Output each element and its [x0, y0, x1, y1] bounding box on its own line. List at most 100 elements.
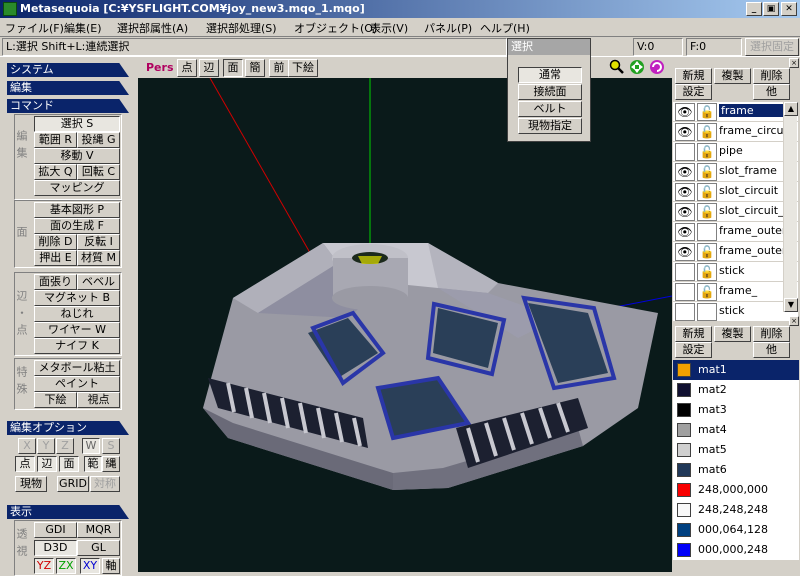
visibility-eye-icon[interactable]: 👁	[675, 223, 695, 241]
view-tab-point[interactable]: 点	[177, 59, 197, 77]
range-button[interactable]: 範囲 R	[34, 132, 77, 148]
range-mode-toggle[interactable]: 範	[84, 456, 102, 472]
select-connected-button[interactable]: 接続面	[518, 84, 582, 100]
object-row[interactable]: 👁 🔓 frame_circuit	[673, 122, 798, 142]
lock-icon[interactable]: 🔓	[697, 103, 717, 121]
pan-icon[interactable]	[629, 59, 645, 75]
select-real-button[interactable]: 現物指定	[518, 118, 582, 134]
menu-help[interactable]: ヘルプ(H)	[480, 20, 530, 36]
visibility-eye-icon[interactable]	[675, 283, 695, 301]
lock-icon[interactable]: 🔓	[697, 203, 717, 221]
menu-select-attr[interactable]: 選択部属性(A)	[117, 20, 188, 36]
command-panel-header[interactable]: コマンド	[7, 99, 129, 113]
close-button[interactable]: ✕	[781, 2, 797, 16]
lock-icon[interactable]: 🔓	[697, 123, 717, 141]
scale-button[interactable]: 拡大 Q	[34, 164, 77, 180]
menu-panel[interactable]: パネル(P)	[424, 20, 472, 36]
knife-button[interactable]: ナイフ K	[34, 338, 120, 354]
object-row[interactable]: 👁 🔓 frame_outer	[673, 242, 798, 262]
object-other-button[interactable]: 他	[753, 84, 790, 100]
object-row[interactable]: 🔓 pipe	[673, 142, 798, 162]
view-yz-button[interactable]: YZ	[34, 558, 54, 574]
material-row[interactable]: 248,248,248	[673, 500, 799, 520]
gl-button[interactable]: GL	[77, 540, 120, 556]
lock-icon[interactable]	[697, 303, 717, 321]
lock-icon[interactable]: 🔓	[697, 263, 717, 281]
grid-toggle[interactable]: GRID	[57, 476, 89, 492]
primitive-button[interactable]: 基本図形 P	[34, 202, 120, 218]
select-belt-button[interactable]: ベルト	[518, 101, 582, 117]
menu-select-proc[interactable]: 選択部処理(S)	[206, 20, 277, 36]
axis-z-toggle[interactable]: Z	[56, 438, 74, 454]
flip-button[interactable]: 反転 I	[77, 234, 120, 250]
material-button[interactable]: 材質 M	[77, 250, 120, 266]
screen-toggle[interactable]: S	[102, 438, 120, 454]
object-row[interactable]: stick	[673, 302, 798, 322]
fill-face-button[interactable]: 面張り	[34, 274, 77, 290]
object-row[interactable]: 👁 🔓 slot_frame	[673, 162, 798, 182]
visibility-eye-icon[interactable]	[675, 303, 695, 321]
lock-icon[interactable]: 🔓	[697, 243, 717, 261]
minimize-button[interactable]: _	[746, 2, 762, 16]
material-row[interactable]: mat6	[673, 460, 799, 480]
maximize-button[interactable]: ▣	[763, 2, 779, 16]
axis-x-toggle[interactable]: X	[18, 438, 36, 454]
rotate-view-icon[interactable]	[649, 59, 665, 75]
underlay-button[interactable]: 下絵	[34, 392, 77, 408]
menu-view[interactable]: 表示(V)	[370, 20, 408, 36]
view-zx-button[interactable]: ZX	[56, 558, 76, 574]
object-row[interactable]: 👁 🔓 frame	[673, 102, 798, 122]
material-row[interactable]: mat4	[673, 420, 799, 440]
object-copy-button[interactable]: 複製	[714, 68, 751, 84]
material-row[interactable]: mat3	[673, 400, 799, 420]
lock-icon[interactable]: 🔓	[697, 163, 717, 181]
material-row[interactable]: mat2	[673, 380, 799, 400]
bevel-button[interactable]: ベベル	[77, 274, 120, 290]
material-row[interactable]: 000,064,128	[673, 520, 799, 540]
edit-options-header[interactable]: 編集オプション	[7, 421, 129, 435]
symmetry-toggle[interactable]: 対称	[90, 476, 120, 492]
select-button[interactable]: 選択 S	[34, 116, 120, 132]
lock-icon[interactable]: 🔓	[697, 183, 717, 201]
viewpoint-button[interactable]: 視点	[77, 392, 120, 408]
view-tab-edge[interactable]: 辺	[199, 59, 219, 77]
mqr-button[interactable]: MQR	[77, 522, 120, 538]
point-mode-toggle[interactable]: 点	[15, 456, 35, 472]
magnet-button[interactable]: マグネット B	[34, 290, 120, 306]
mapping-button[interactable]: マッピング	[34, 180, 120, 196]
view-tab-front[interactable]: 前	[269, 59, 289, 77]
material-delete-button[interactable]: 削除	[753, 326, 790, 342]
object-delete-button[interactable]: 削除	[753, 68, 790, 84]
material-row[interactable]: 000,000,248	[673, 540, 799, 560]
real-object-toggle[interactable]: 現物	[15, 476, 47, 492]
object-row[interactable]: 🔓 frame_	[673, 282, 798, 302]
lock-icon[interactable]: 🔓	[697, 283, 717, 301]
select-normal-button[interactable]: 通常	[518, 67, 582, 83]
rotate-button[interactable]: 回転 C	[77, 164, 120, 180]
gdi-button[interactable]: GDI	[34, 522, 77, 538]
move-button[interactable]: 移動 V	[34, 148, 120, 164]
material-other-button[interactable]: 他	[753, 342, 790, 358]
object-row[interactable]: 👁 🔓 slot_circuit_l	[673, 202, 798, 222]
material-panel-close[interactable]: ×	[789, 316, 799, 326]
metaball-button[interactable]: メタボール粘土	[34, 360, 120, 376]
menu-object[interactable]: オブジェクト(O)	[294, 20, 377, 36]
visibility-eye-icon[interactable]: 👁	[675, 163, 695, 181]
material-new-button[interactable]: 新規	[675, 326, 712, 342]
menu-edit[interactable]: 編集(E)	[64, 20, 102, 36]
paint-button[interactable]: ペイント	[34, 376, 120, 392]
face-mode-toggle[interactable]: 面	[59, 456, 79, 472]
lock-icon[interactable]	[697, 223, 717, 241]
material-row[interactable]: 248,000,000	[673, 480, 799, 500]
material-settings-button[interactable]: 設定	[675, 342, 712, 358]
scroll-down-icon[interactable]: ▼	[784, 298, 798, 312]
delete-button[interactable]: 削除 D	[34, 234, 77, 250]
material-row[interactable]: mat1	[673, 360, 799, 380]
view-tab-face[interactable]: 面	[223, 59, 243, 77]
object-row[interactable]: 👁 🔓 slot_circuit	[673, 182, 798, 202]
visibility-eye-icon[interactable]: 👁	[675, 183, 695, 201]
visibility-eye-icon[interactable]: 👁	[675, 243, 695, 261]
object-row[interactable]: 👁 frame_outer_	[673, 222, 798, 242]
axis-y-toggle[interactable]: Y	[37, 438, 55, 454]
perspective-label[interactable]: Pers	[146, 61, 174, 74]
